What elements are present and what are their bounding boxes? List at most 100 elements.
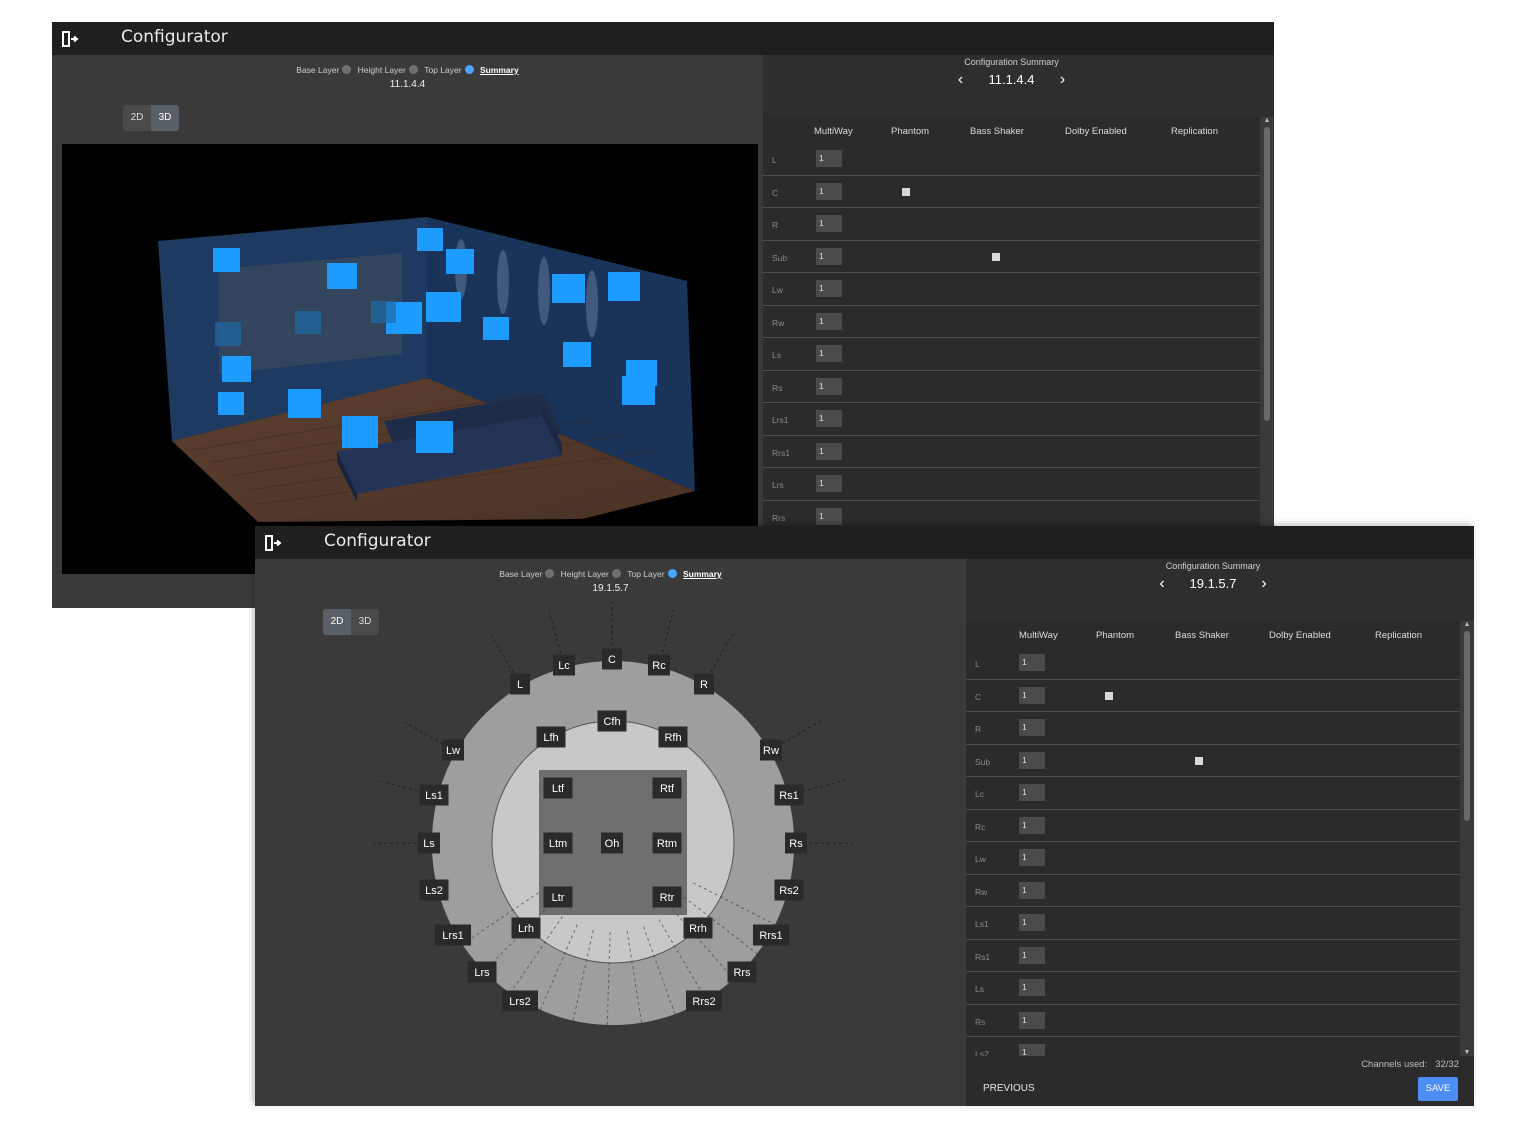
speaker-ls[interactable]: Ls <box>418 832 440 854</box>
scroll-down-icon[interactable]: ▼ <box>1463 1049 1471 1056</box>
speaker-rs[interactable]: Rs <box>785 832 807 854</box>
view-toggle: 2D 3D <box>123 105 179 131</box>
scroll-up-icon[interactable]: ▲ <box>1463 621 1471 628</box>
scroll-up-icon[interactable]: ▲ <box>1263 117 1271 124</box>
multiway-input[interactable]: 1 <box>1019 914 1045 931</box>
col-bass-shaker: Bass Shaker <box>1175 630 1229 641</box>
phantom-checkbox[interactable] <box>1105 691 1113 700</box>
multiway-input[interactable]: 1 <box>1019 751 1045 769</box>
speaker-lw[interactable]: Lw <box>442 739 464 761</box>
speaker-rc[interactable]: Rc <box>648 654 670 676</box>
multiway-input[interactable]: 1 <box>816 507 842 525</box>
multiway-input[interactable]: 1 <box>816 215 842 232</box>
multiway-input[interactable]: 1 <box>1019 654 1045 671</box>
multiway-input[interactable]: 1 <box>816 345 842 362</box>
summary-header: Configuration Summary ‹ 19.1.5.7 › <box>966 559 1460 621</box>
exit-icon[interactable] <box>263 533 283 553</box>
speaker-rrs1[interactable]: Rrs1 <box>753 924 789 946</box>
chevron-right-icon[interactable]: › <box>1253 575 1275 593</box>
multiway-input[interactable]: 1 <box>816 150 842 167</box>
speaker-l[interactable]: L <box>510 673 530 695</box>
tab-height-layer[interactable]: Height Layer <box>358 65 406 75</box>
previous-button[interactable]: PREVIOUS <box>983 1083 1035 1094</box>
view-3d-button[interactable]: 3D <box>151 105 179 131</box>
channel-label: Lrs1 <box>772 415 789 425</box>
layer-tabs: Base Layer Height Layer Top Layer Summar… <box>52 64 763 75</box>
speaker-lrs1[interactable]: Lrs1 <box>435 924 471 946</box>
multiway-input[interactable]: 1 <box>816 247 842 265</box>
speaker-lrs[interactable]: Lrs <box>467 961 497 983</box>
speaker-label: Ls2 <box>425 885 443 897</box>
scrollbar[interactable]: ▲ ▼ <box>1460 621 1474 1056</box>
speaker-label: Ltr <box>552 892 565 904</box>
speaker-cfh[interactable]: Cfh <box>597 710 627 732</box>
speaker-rtr[interactable]: Rtr <box>652 886 682 908</box>
table-row: Ls1 1 <box>966 907 1460 940</box>
speaker-r[interactable]: R <box>694 673 714 695</box>
chevron-left-icon[interactable]: ‹ <box>950 71 972 89</box>
speaker-c[interactable]: C <box>602 648 622 670</box>
scroll-thumb[interactable] <box>1264 127 1270 421</box>
multiway-input[interactable]: 1 <box>1019 816 1045 834</box>
multiway-input[interactable]: 1 <box>816 280 842 297</box>
multiway-input[interactable]: 1 <box>1019 946 1045 964</box>
speaker-rrs[interactable]: Rrs <box>727 961 757 983</box>
speaker-layout-2d[interactable]: C Lc Rc L R Lw Rw Ls1 Rs1 Ls Rs Ls2 Rs2 Lrs1 Rrs1 Lrs Rr… <box>255 559 966 1106</box>
multiway-input[interactable]: 1 <box>1019 979 1045 996</box>
room-3d-view[interactable] <box>62 144 758 574</box>
speaker-ltm[interactable]: Ltm <box>543 832 573 854</box>
speaker-ls1[interactable]: Ls1 <box>419 784 449 806</box>
speaker-label: Lfh <box>543 732 558 744</box>
speaker-label: Rrs1 <box>759 930 782 942</box>
save-button[interactable]: SAVE <box>1418 1077 1458 1101</box>
speaker-lrs2[interactable]: Lrs2 <box>502 990 538 1012</box>
multiway-input[interactable]: 1 <box>816 442 842 460</box>
nav-config-id: 19.1.5.7 <box>1189 576 1237 591</box>
tab-base-layer[interactable]: Base Layer <box>296 65 339 75</box>
multiway-input[interactable]: 1 <box>1019 849 1045 866</box>
speaker-ltf[interactable]: Ltf <box>543 777 573 799</box>
multiway-input[interactable]: 1 <box>816 410 842 427</box>
multiway-input[interactable]: 1 <box>1019 719 1045 736</box>
speaker-rs1[interactable]: Rs1 <box>774 784 804 806</box>
speaker-lfh[interactable]: Lfh <box>536 726 566 748</box>
tab-summary[interactable]: Summary <box>480 65 519 75</box>
speaker-lc[interactable]: Lc <box>553 654 575 676</box>
speaker-label: Ltm <box>549 838 567 850</box>
channel-label: Rrs <box>772 512 786 523</box>
multiway-input[interactable]: 1 <box>1019 686 1045 704</box>
table-row: Rs1 1 <box>966 940 1460 972</box>
chevron-left-icon[interactable]: ‹ <box>1151 575 1173 593</box>
col-phantom: Phantom <box>891 126 930 137</box>
channel-label: Rw <box>772 317 785 328</box>
speaker-ltr[interactable]: Ltr <box>543 886 573 908</box>
speaker-oh[interactable]: Oh <box>601 832 623 854</box>
speaker-rtf[interactable]: Rtf <box>652 777 682 799</box>
multiway-input[interactable]: 1 <box>1019 784 1045 801</box>
speaker-rfh[interactable]: Rfh <box>658 726 688 748</box>
multiway-input[interactable]: 1 <box>1019 1011 1045 1029</box>
multiway-input[interactable]: 1 <box>816 377 842 395</box>
table-row: Rw 1 <box>966 875 1460 907</box>
multiway-input[interactable]: 1 <box>816 475 842 492</box>
speaker-rw[interactable]: Rw <box>760 739 782 761</box>
multiway-input[interactable]: 1 <box>1019 881 1045 899</box>
speaker-rrs2[interactable]: Rrs2 <box>686 990 722 1012</box>
exit-icon[interactable] <box>60 29 80 49</box>
multiway-input[interactable]: 1 <box>816 182 842 200</box>
chevron-right-icon[interactable]: › <box>1052 71 1074 89</box>
phantom-checkbox[interactable] <box>902 187 910 196</box>
bass-shaker-checkbox[interactable] <box>1195 756 1203 765</box>
table-row: L1 <box>966 647 1460 680</box>
table-row: Ls 1 <box>966 972 1460 1005</box>
speaker-rtm[interactable]: Rtm <box>652 832 682 854</box>
speaker-lrh[interactable]: Lrh <box>511 917 541 939</box>
scroll-thumb[interactable] <box>1464 631 1470 821</box>
multiway-input[interactable]: 1 <box>816 312 842 330</box>
speaker-rrh[interactable]: Rrh <box>683 917 713 939</box>
tab-top-layer[interactable]: Top Layer <box>424 65 461 75</box>
view-2d-button[interactable]: 2D <box>123 105 151 131</box>
bass-shaker-checkbox[interactable] <box>992 252 1000 261</box>
speaker-ls2[interactable]: Ls2 <box>419 879 449 901</box>
speaker-rs2[interactable]: Rs2 <box>774 879 804 901</box>
